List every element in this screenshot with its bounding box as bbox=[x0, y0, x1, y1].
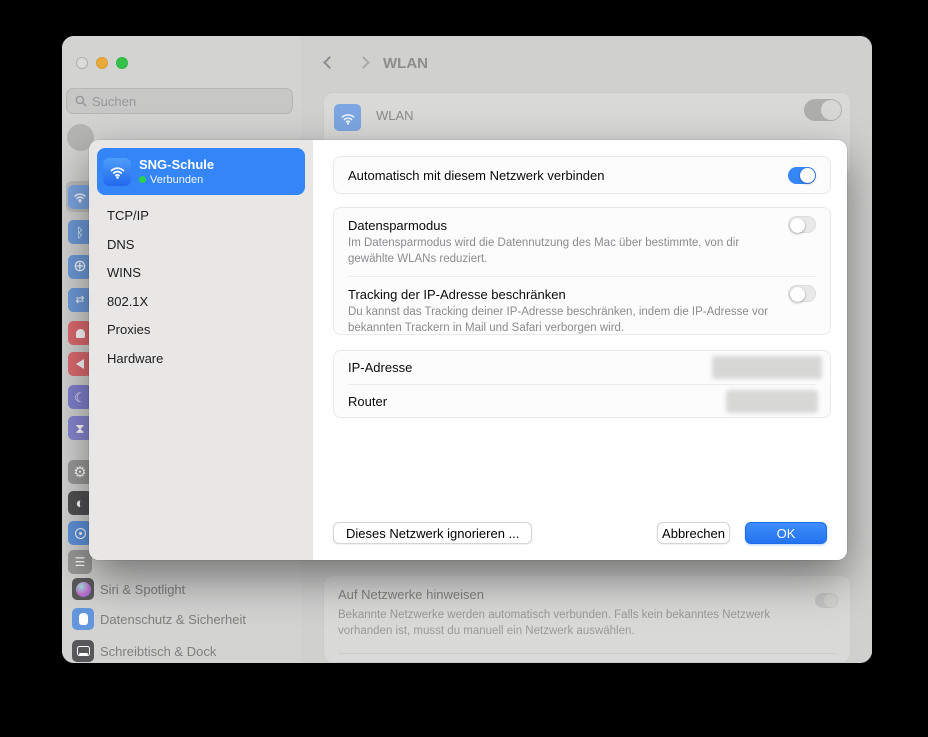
siri-icon bbox=[72, 578, 94, 600]
desktop-dock-icon bbox=[72, 640, 94, 662]
notify-networks-description: Bekannte Netzwerke werden automatisch ve… bbox=[338, 609, 771, 637]
desktop: Suchen ᛒ ⊕ ⇄ ☾ ⧗ ⚙ ◐ ☰ Siri & Spotlight bbox=[0, 0, 928, 737]
cancel-button[interactable]: Abbrechen bbox=[657, 522, 730, 544]
search-icon bbox=[75, 95, 87, 107]
tab-dns[interactable]: DNS bbox=[97, 231, 305, 260]
dialog-content: Automatisch mit diesem Netzwerk verbinde… bbox=[313, 140, 847, 560]
row-divider bbox=[338, 653, 836, 654]
sidebar-item-label: Schreibtisch & Dock bbox=[100, 644, 217, 659]
sidebar-item-label: Datenschutz & Sicherheit bbox=[100, 612, 246, 627]
limit-ip-tracking-toggle[interactable] bbox=[788, 285, 816, 303]
low-data-description: Im Datensparmodus wird die Datennutzung … bbox=[348, 237, 740, 265]
privacy-hand-icon bbox=[72, 608, 94, 630]
back-chevron-icon[interactable] bbox=[323, 56, 336, 69]
search-input[interactable]: Suchen bbox=[66, 88, 293, 114]
limit-ip-tracking-title: Tracking der IP-Adresse beschränken bbox=[348, 287, 566, 303]
network-item-selected[interactable]: SNG-Schule Verbunden bbox=[97, 148, 305, 195]
dialog-tabs: TCP/IP DNS WINS 802.1X Proxies Hardware bbox=[97, 202, 305, 373]
window-controls bbox=[76, 57, 128, 69]
network-details-dialog: SNG-Schule Verbunden TCP/IP DNS WINS 802… bbox=[89, 140, 847, 560]
minimize-button[interactable] bbox=[96, 57, 108, 69]
dialog-sidebar: SNG-Schule Verbunden TCP/IP DNS WINS 802… bbox=[89, 140, 313, 560]
limit-ip-tracking-description: Du kannst das Tracking deiner IP-Adresse… bbox=[348, 306, 768, 334]
zoom-button[interactable] bbox=[116, 57, 128, 69]
tab-8021x[interactable]: 802.1X bbox=[97, 288, 305, 317]
tab-proxies[interactable]: Proxies bbox=[97, 316, 305, 345]
network-status: Verbunden bbox=[150, 173, 204, 186]
router-label: Router bbox=[348, 394, 388, 409]
notify-networks-title: Auf Netzwerke hinweisen bbox=[338, 587, 484, 602]
wlan-row-label: WLAN bbox=[376, 108, 414, 123]
low-data-title: Datensparmodus bbox=[348, 218, 447, 233]
sidebar-item-label: Siri & Spotlight bbox=[100, 582, 186, 597]
options-group: Datensparmodus Im Datensparmodus wird di… bbox=[333, 207, 831, 335]
tab-wins[interactable]: WINS bbox=[97, 259, 305, 288]
low-data-toggle[interactable] bbox=[788, 216, 816, 233]
ip-address-label: IP-Adresse bbox=[348, 360, 413, 375]
ip-address-value-redacted bbox=[712, 356, 822, 379]
connected-dot-icon bbox=[139, 176, 146, 184]
forget-network-button[interactable]: Dieses Netzwerk ignorieren ... bbox=[333, 522, 533, 544]
control-center-icon[interactable]: ☰ bbox=[68, 550, 92, 574]
page-title: WLAN bbox=[383, 55, 428, 72]
notify-networks-toggle[interactable] bbox=[815, 593, 838, 608]
tab-hardware[interactable]: Hardware bbox=[97, 345, 305, 374]
network-name: SNG-Schule bbox=[139, 157, 215, 173]
notify-networks-group: Auf Netzwerke hinweisen Bekannte Netzwer… bbox=[323, 575, 851, 663]
forward-chevron-icon[interactable] bbox=[357, 56, 370, 69]
wifi-icon bbox=[334, 104, 361, 131]
auto-join-label: Automatisch mit diesem Netzwerk verbinde… bbox=[348, 168, 605, 183]
address-group: IP-Adresse Router bbox=[333, 350, 831, 418]
close-button[interactable] bbox=[76, 57, 88, 69]
tab-tcpip[interactable]: TCP/IP bbox=[97, 202, 305, 231]
auto-join-group: Automatisch mit diesem Netzwerk verbinde… bbox=[333, 156, 831, 194]
ok-button[interactable]: OK bbox=[745, 522, 827, 544]
wifi-icon bbox=[103, 157, 131, 186]
wlan-toggle[interactable] bbox=[804, 99, 842, 121]
router-value-redacted bbox=[726, 390, 818, 413]
search-placeholder: Suchen bbox=[92, 93, 137, 109]
auto-join-toggle[interactable] bbox=[788, 167, 816, 184]
